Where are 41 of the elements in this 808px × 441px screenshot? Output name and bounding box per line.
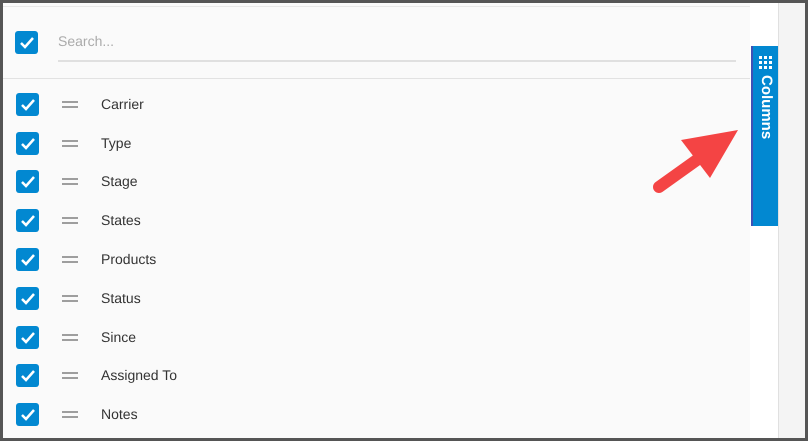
column-label: Notes [101,405,138,424]
checkbox[interactable] [16,364,39,388]
checkmark-icon [20,175,36,188]
checkbox[interactable] [16,209,39,232]
drag-handle-icon[interactable] [62,256,78,264]
checkbox[interactable] [16,92,39,116]
checkbox[interactable] [16,286,39,310]
drag-handle-icon[interactable] [62,411,78,418]
drag-handle-icon[interactable] [62,372,78,380]
column-label: Assigned To [101,366,178,386]
drag-handle-icon[interactable] [62,178,78,186]
checkmark-icon [20,330,36,344]
checkmark-icon [20,408,36,422]
checkbox[interactable] [16,403,39,426]
column-label: States [101,211,141,230]
drag-handle-icon[interactable] [62,217,78,224]
checkbox[interactable] [16,132,39,155]
column-label: Carrier [101,94,144,114]
checkmark-icon [20,98,36,111]
drag-handle-icon[interactable] [62,334,78,341]
column-label: Products [101,250,156,270]
column-label: Since [101,328,136,347]
drag-handle-icon[interactable] [62,294,78,302]
search-field[interactable]: Search... [58,26,736,62]
checkmark-icon [20,136,36,150]
drag-handle-icon[interactable] [62,100,78,108]
checkbox[interactable] [16,326,39,349]
column-label: Status [101,288,141,308]
checkbox[interactable] [16,248,39,272]
checkbox[interactable] [15,31,38,54]
checkbox[interactable] [16,170,39,194]
checkmark-icon [18,36,34,49]
checkmark-icon [20,253,36,266]
column-label: Stage [101,172,138,192]
columns-tab[interactable]: Columns [751,46,778,226]
checkmark-icon [20,214,36,228]
grid-icon [759,56,772,69]
drag-handle-icon[interactable] [62,140,78,147]
checkmark-icon [20,369,36,382]
column-label: Type [101,134,132,153]
checkmark-icon [20,292,36,305]
